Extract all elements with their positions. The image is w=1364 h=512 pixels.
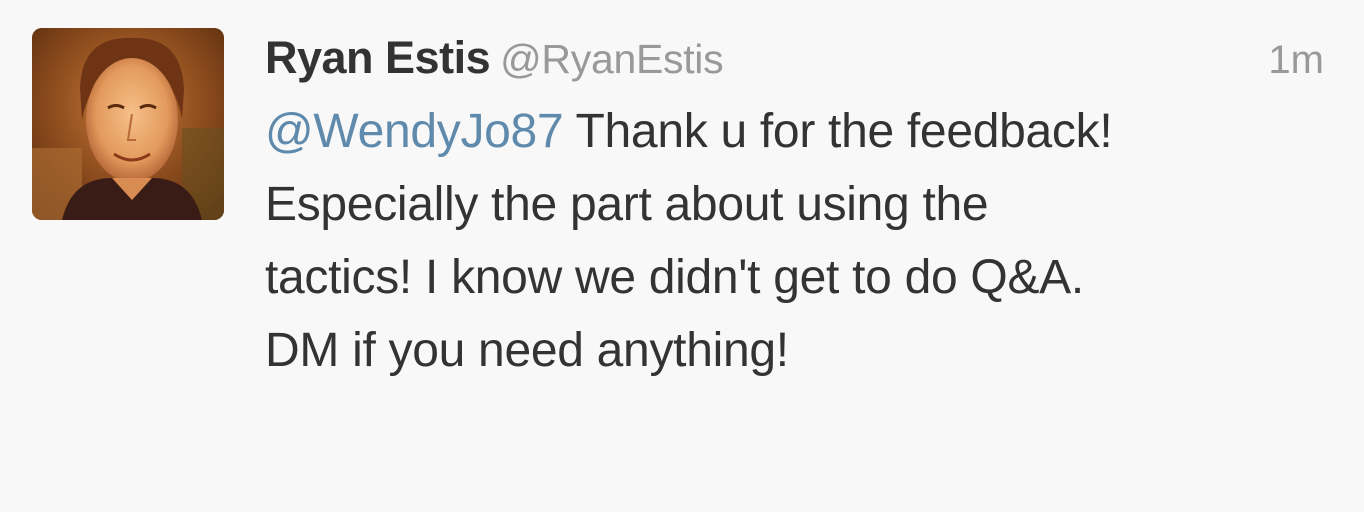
avatar[interactable] (32, 28, 224, 220)
tweet-text: @WendyJo87 Thank u for the feedback! Esp… (265, 95, 1325, 387)
profile-photo-icon (32, 28, 224, 220)
author-username[interactable]: @RyanEstis (500, 36, 723, 82)
author-fullname[interactable]: Ryan Estis (265, 32, 491, 83)
mention-link[interactable]: @WendyJo87 (265, 105, 564, 158)
tweet-text-line: DM if you need anything! (265, 324, 789, 377)
tweet-header: Ryan Estis @RyanEstis (265, 32, 724, 92)
tweet-text-line: @WendyJo87 Thank u for the feedback! (265, 95, 1325, 168)
tweet-text-segment: Thank u for the feedback! (563, 105, 1113, 158)
tweet: Ryan Estis @RyanEstis 1m @WendyJo87 Thank… (0, 0, 1364, 512)
tweet-text-line: tactics! I know we didn't get to do Q&A. (265, 251, 1084, 304)
tweet-timestamp[interactable]: 1m (1268, 38, 1324, 83)
tweet-text-line: Especially the part about using the (265, 178, 989, 231)
